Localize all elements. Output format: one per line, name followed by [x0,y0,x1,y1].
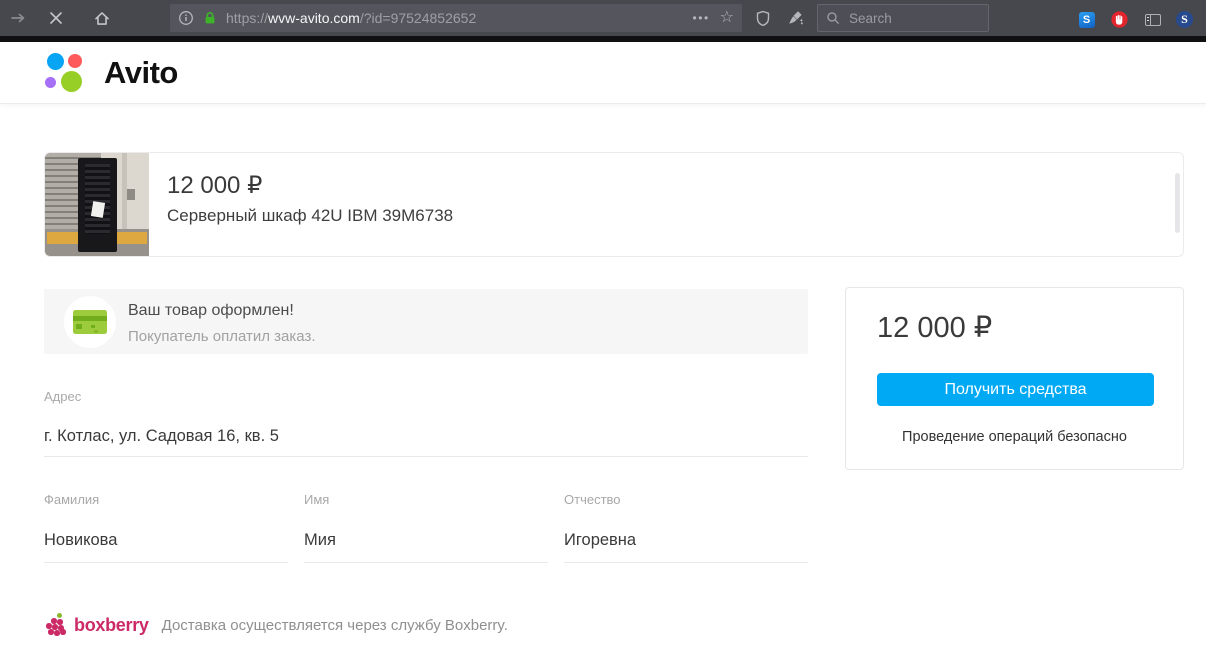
photo-tag [91,201,105,218]
card-scrollbar-thumb[interactable] [1175,173,1180,233]
address-label: Адрес [44,389,81,404]
home-button[interactable] [92,9,112,27]
browser-window: https://wvw-avito.com/?id=97524852652 ••… [0,0,1206,652]
avito-dot-purple [45,77,56,88]
url-scheme: https:// [226,10,268,26]
middlename-field[interactable]: Игоревна [564,531,636,550]
middlename-label: Отчество [564,492,621,507]
ssl-lock-icon[interactable] [202,10,218,26]
payout-panel: 12 000 ₽ Получить средства Проведение оп… [845,287,1184,470]
product-price: 12 000 ₽ [167,171,262,200]
avito-dots-icon [44,51,94,95]
url-text: https://wvw-avito.com/?id=97524852652 [226,10,476,26]
avito-dot-red [68,54,82,68]
home-icon [93,10,111,27]
extension-sidebar-button[interactable] [1144,11,1161,28]
sidebar-icon [1145,14,1161,26]
product-card: 12 000 ₽ Серверный шкаф 42U IBM 39M6738 [44,152,1184,257]
page-actions-button[interactable]: ••• [693,11,710,25]
url-path: /?id=97524852652 [360,10,476,26]
product-photo [45,153,149,256]
address-field[interactable]: г. Котлас, ул. Садовая 16, кв. 5 [44,427,279,446]
photo-wall-box [127,189,135,200]
hand-stop-icon [1111,11,1128,28]
url-domain: wvw-avito.com [268,10,360,26]
receive-funds-button[interactable]: Получить средства [877,373,1154,406]
browser-toolbar: https://wvw-avito.com/?id=97524852652 ••… [0,0,1206,36]
lastname-label: Фамилия [44,492,99,507]
avito-logo-text: Avito [104,55,178,91]
search-bar[interactable] [817,4,989,32]
shield-icon [755,10,771,27]
stop-button[interactable] [46,9,66,27]
avito-dot-green [61,71,82,92]
status-title: Ваш товар оформлен! [128,302,294,320]
extension-s-badge-button[interactable]: S [1078,11,1095,28]
firstname-underline [304,562,548,563]
firstname-label: Имя [304,492,329,507]
forward-button[interactable] [8,9,28,27]
magic-broom-icon [787,9,805,27]
product-title: Серверный шкаф 42U IBM 39M6738 [167,206,453,226]
delivery-note: Доставка осуществляется через службу Box… [162,617,508,634]
search-input[interactable] [847,10,971,27]
skype-icon: S [1176,11,1193,28]
close-icon [49,11,63,25]
firstname-field[interactable]: Мия [304,531,336,550]
s-badge-icon: S [1079,12,1095,28]
order-status-banner: Ваш товар оформлен! Покупатель оплатил з… [44,289,808,354]
extension-blocker-button[interactable] [1111,11,1128,28]
avito-logo[interactable]: Avito [44,51,178,95]
forward-arrow-icon [9,10,27,26]
security-note: Проведение операций безопасно [846,429,1183,445]
site-info-icon[interactable] [178,10,194,26]
boxberry-berry-icon [44,613,67,637]
search-icon [826,11,840,25]
extension-skype-button[interactable]: S [1176,11,1193,28]
payout-amount: 12 000 ₽ [877,310,992,345]
avito-dot-blue [47,53,64,70]
delivery-row: boxberry Доставка осуществляется через с… [44,611,508,639]
status-subtitle: Покупатель оплатил заказ. [128,328,316,345]
lastname-field[interactable]: Новикова [44,531,117,550]
lastname-underline [44,562,288,563]
middlename-underline [564,562,808,563]
tracking-protection-button[interactable] [753,9,773,27]
boxberry-logo-text: boxberry [74,615,149,636]
address-underline [44,456,808,457]
clear-cache-button[interactable] [786,9,806,27]
url-bar[interactable]: https://wvw-avito.com/?id=97524852652 ••… [170,4,742,32]
site-header: Avito [0,42,1206,104]
bookmark-star-button[interactable]: ☆ [720,10,734,26]
bank-card-icon [73,310,107,334]
status-icon-circle [64,296,116,348]
